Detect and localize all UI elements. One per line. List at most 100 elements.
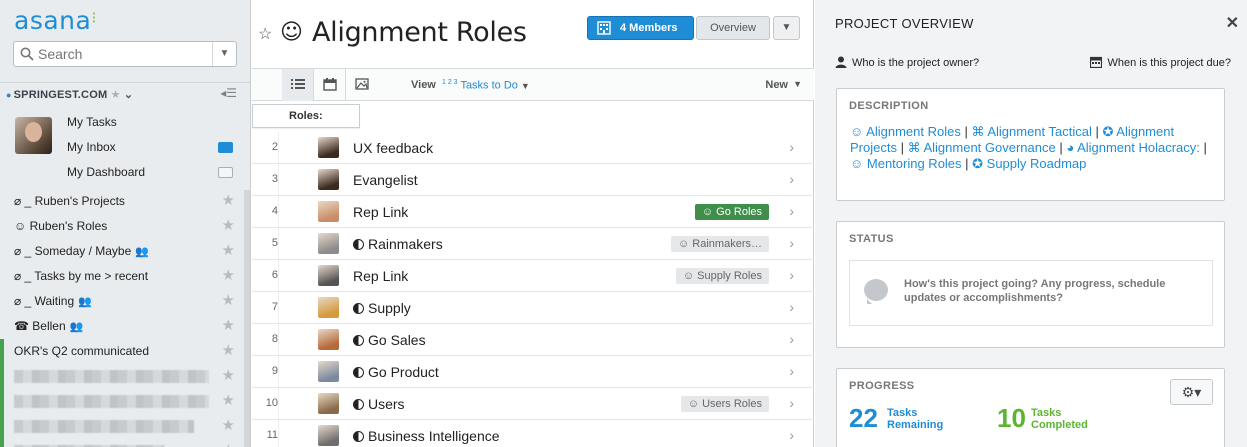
my-inbox-link[interactable]: My Inbox	[67, 140, 116, 154]
task-name-cell[interactable]: Rep Link	[353, 268, 408, 284]
search-input[interactable]	[38, 45, 218, 63]
list-view-button[interactable]	[282, 69, 314, 101]
description-link[interactable]: ☺ Mentoring Roles	[850, 156, 962, 171]
search-dropdown-button[interactable]: ▼	[212, 42, 236, 66]
description-link[interactable]: ◕ Alignment Holacracy:	[1066, 140, 1200, 155]
task-name-cell[interactable]: Go Product	[353, 364, 439, 380]
task-name-cell[interactable]: UX feedback	[353, 140, 433, 156]
task-row[interactable]: 9 Go Product ›	[252, 356, 814, 388]
user-avatar[interactable]	[15, 117, 52, 154]
chevron-right-icon[interactable]: ›	[789, 331, 794, 347]
section-header-roles[interactable]: Roles:	[252, 104, 360, 128]
chevron-right-icon[interactable]: ›	[789, 395, 794, 411]
chevron-right-icon[interactable]: ›	[789, 235, 794, 251]
star-icon[interactable]: ★	[222, 289, 235, 313]
chevron-right-icon[interactable]: ›	[789, 171, 794, 187]
project-owner-prompt[interactable]: Who is the project owner?	[835, 56, 979, 69]
progress-settings-button[interactable]: ⚙▾	[1170, 379, 1213, 405]
sidebar-item-someday-maybe[interactable]: ⌀ _ Someday / Maybe 👥 ★	[0, 239, 245, 264]
files-view-button[interactable]	[346, 69, 378, 101]
description-link[interactable]: ⌘ Alignment Governance	[908, 140, 1056, 155]
calendar-view-button[interactable]	[314, 69, 346, 101]
my-dashboard-link[interactable]: My Dashboard	[67, 165, 145, 179]
my-tasks-link[interactable]: My Tasks	[67, 115, 117, 129]
task-row[interactable]: 11 Business Intelligence ›	[252, 420, 814, 447]
sidebar-item-tasks-by-me[interactable]: ⌀ _ Tasks by me > recent ★	[0, 264, 245, 289]
task-row[interactable]: 7 Supply ›	[252, 292, 814, 324]
workspace-switcher[interactable]: ● SPRINGEST.COM ★ ⌄ ◂☰	[0, 82, 250, 104]
search-box[interactable]: ▼	[13, 41, 237, 67]
sidebar-item-rubens-projects[interactable]: ⌀ _ Ruben's Projects ★	[0, 189, 245, 214]
description-text[interactable]: ☺ Alignment Roles | ⌘ Alignment Tactical…	[850, 124, 1215, 172]
task-row[interactable]: 3 Evangelist ›	[252, 164, 814, 196]
task-row[interactable]: 5 Rainmakers ☺ Rainmakers… ›	[252, 228, 814, 260]
sidebar-item-blurred[interactable]: ★	[0, 439, 245, 447]
assignee-avatar[interactable]	[318, 361, 339, 382]
task-row[interactable]: 10 Users ☺ Users Roles ›	[252, 388, 814, 420]
task-name-cell[interactable]: Evangelist	[353, 172, 418, 188]
sidebar-scrollbar[interactable]	[244, 190, 250, 447]
assignee-avatar[interactable]	[318, 425, 339, 446]
star-icon[interactable]: ★	[222, 364, 235, 388]
star-icon[interactable]: ★	[222, 339, 235, 363]
sidebar-item-blurred[interactable]: ★	[0, 414, 245, 439]
task-name-cell[interactable]: Rainmakers	[353, 236, 443, 252]
description-link[interactable]: ☺ Alignment Roles	[850, 124, 961, 139]
more-actions-button[interactable]: ▼	[773, 16, 800, 40]
view-filter-dropdown[interactable]: 1 2 3 Tasks to Do ▼	[442, 79, 530, 92]
assignee-avatar[interactable]	[318, 297, 339, 318]
task-name-cell[interactable]: Business Intelligence	[353, 428, 500, 444]
task-row[interactable]: 6 Rep Link ☺ Supply Roles ›	[252, 260, 814, 292]
star-icon[interactable]: ★	[222, 389, 235, 413]
star-icon[interactable]: ★	[222, 264, 235, 288]
page-title[interactable]: Alignment Roles	[312, 17, 527, 48]
sidebar-item-blurred[interactable]: ★	[0, 389, 245, 414]
sidebar-item-blurred[interactable]: ★	[0, 364, 245, 389]
sidebar-item-bellen[interactable]: ☎ Bellen 👥 ★	[0, 314, 245, 339]
close-icon[interactable]: ✕	[1226, 13, 1239, 33]
project-tag[interactable]: ☺ Go Roles	[694, 204, 769, 220]
star-icon[interactable]: ★	[222, 414, 235, 438]
task-row[interactable]: 8 Go Sales ›	[252, 324, 814, 356]
project-tag[interactable]: ☺ Supply Roles	[675, 268, 769, 284]
chevron-down-icon[interactable]: ▼	[793, 79, 802, 89]
chevron-right-icon[interactable]: ›	[789, 363, 794, 379]
chevron-right-icon[interactable]: ›	[789, 427, 794, 443]
sidebar-item-waiting[interactable]: ⌀ _ Waiting 👥 ★	[0, 289, 245, 314]
chevron-right-icon[interactable]: ›	[789, 203, 794, 219]
project-tag[interactable]: ☺ Users Roles	[680, 396, 769, 412]
task-name-cell[interactable]: Users	[353, 396, 405, 412]
workspace-star-icon[interactable]: ★	[111, 89, 121, 101]
project-tag[interactable]: ☺ Rainmakers…	[671, 236, 769, 252]
task-row[interactable]: 4 Rep Link ☺ Go Roles ›	[252, 196, 814, 228]
star-icon[interactable]: ★	[222, 314, 235, 338]
chevron-right-icon[interactable]: ›	[789, 139, 794, 155]
assignee-avatar[interactable]	[318, 233, 339, 254]
status-update-input[interactable]: How's this project going? Any progress, …	[849, 260, 1213, 326]
sidebar-item-rubens-roles[interactable]: ☺ Ruben's Roles ★	[0, 214, 245, 239]
assignee-avatar[interactable]	[318, 393, 339, 414]
favorite-star-icon[interactable]: ☆	[258, 24, 272, 44]
members-button[interactable]: 4 Members	[587, 16, 694, 40]
assignee-avatar[interactable]	[318, 329, 339, 350]
description-link[interactable]: ⌘ Alignment Tactical	[971, 124, 1091, 139]
star-icon[interactable]: ★	[222, 214, 235, 238]
star-icon[interactable]: ★	[222, 439, 235, 447]
task-name-cell[interactable]: Rep Link	[353, 204, 408, 220]
assignee-avatar[interactable]	[318, 137, 339, 158]
assignee-avatar[interactable]	[318, 169, 339, 190]
sidebar-item-okrs-q2[interactable]: OKR's Q2 communicated ★	[0, 339, 245, 364]
assignee-avatar[interactable]	[318, 265, 339, 286]
project-due-prompt[interactable]: When is this project due?	[1090, 56, 1231, 69]
chevron-right-icon[interactable]: ›	[789, 267, 794, 283]
star-icon[interactable]: ★	[222, 189, 235, 213]
description-card[interactable]: DESCRIPTION ☺ Alignment Roles | ⌘ Alignm…	[836, 88, 1225, 201]
chevron-right-icon[interactable]: ›	[789, 299, 794, 315]
task-name-cell[interactable]: Supply	[353, 300, 411, 316]
overview-button[interactable]: Overview	[696, 16, 770, 40]
description-link[interactable]: ✪ Supply Roadmap	[972, 156, 1086, 171]
task-name-cell[interactable]: Go Sales	[353, 332, 426, 348]
asana-logo[interactable]: asana⁝	[14, 6, 97, 35]
assignee-avatar[interactable]	[318, 201, 339, 222]
collapse-sidebar-icon[interactable]: ◂☰	[220, 86, 237, 100]
